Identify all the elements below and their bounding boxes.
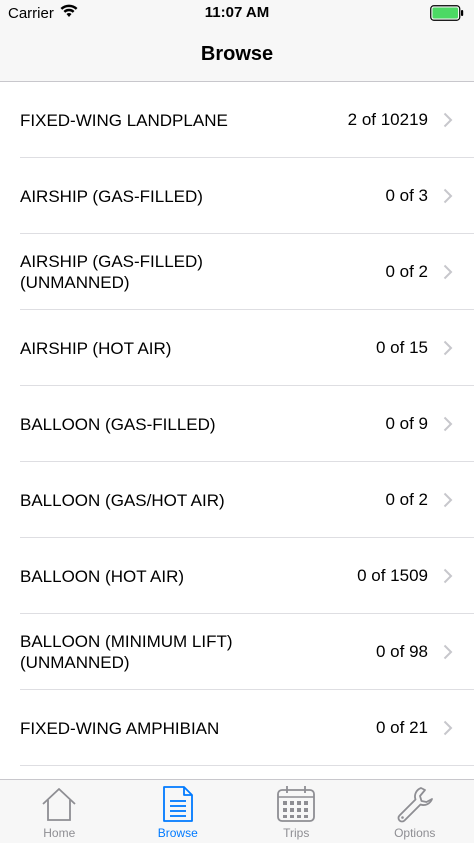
tab-label: Home xyxy=(43,826,76,840)
chevron-right-icon xyxy=(442,187,454,205)
list-item-label: BALLOON (MINIMUM LIFT) (UNMANNED) xyxy=(20,632,233,672)
tab-bar: Home Browse Trips Options xyxy=(0,779,474,843)
list-item[interactable]: BALLOON (HOT AIR) 0 of 1509 xyxy=(0,538,474,614)
list-item-count: 0 of 3 xyxy=(385,186,428,205)
list-item[interactable]: FIXED-WING AMPHIBIAN 0 of 21 xyxy=(0,690,474,766)
list-item-count: 0 of 9 xyxy=(385,414,428,433)
chevron-right-icon xyxy=(442,263,454,281)
tab-options[interactable]: Options xyxy=(356,780,474,843)
list-item-label: BALLOON (GAS/HOT AIR) xyxy=(20,490,225,510)
list-item-label: FIXED-WING AMPHIBIAN xyxy=(20,718,220,738)
document-icon xyxy=(158,784,198,824)
chevron-right-icon xyxy=(442,339,454,357)
list-item[interactable] xyxy=(0,766,474,780)
calendar-icon xyxy=(276,784,316,824)
tab-trips[interactable]: Trips xyxy=(237,780,356,843)
list-item[interactable]: BALLOON (GAS-FILLED) 0 of 9 xyxy=(0,386,474,462)
list-item-count: 0 of 21 xyxy=(376,718,428,737)
list-item[interactable]: BALLOON (MINIMUM LIFT) (UNMANNED) 0 of 9… xyxy=(0,614,474,690)
list-item-count: 2 of 10219 xyxy=(347,110,428,129)
list-item-label: BALLOON (HOT AIR) xyxy=(20,566,185,586)
list-item-count: 0 of 2 xyxy=(385,490,428,509)
tab-label: Trips xyxy=(283,826,310,840)
tab-home[interactable]: Home xyxy=(0,780,119,843)
list-item[interactable]: BALLOON (GAS/HOT AIR) 0 of 2 xyxy=(0,462,474,538)
list-item[interactable]: FIXED-WING LANDPLANE 2 of 10219 xyxy=(0,82,474,158)
list-item-count: 0 of 1509 xyxy=(357,566,428,585)
list-item-label: BALLOON (GAS-FILLED) xyxy=(20,414,216,434)
tab-browse[interactable]: Browse xyxy=(119,780,238,843)
aircraft-type-list[interactable]: FIXED-WING LANDPLANE 2 of 10219 AIRSHIP … xyxy=(0,82,474,780)
list-item-count: 0 of 98 xyxy=(376,642,428,661)
battery-icon xyxy=(430,5,464,21)
list-item-label: AIRSHIP (GAS-FILLED) xyxy=(20,186,203,206)
chevron-right-icon xyxy=(442,643,454,661)
list-item-count: 0 of 15 xyxy=(376,338,428,357)
chevron-right-icon xyxy=(442,111,454,129)
list-item-count: 0 of 2 xyxy=(385,262,428,281)
chevron-right-icon xyxy=(442,719,454,737)
chevron-right-icon xyxy=(442,415,454,433)
page-title: Browse xyxy=(200,43,274,65)
list-item-label: FIXED-WING LANDPLANE xyxy=(20,110,228,130)
tab-label: Browse xyxy=(157,826,198,840)
status-bar: Carrier 11:07 AM xyxy=(0,0,474,28)
list-item-label: AIRSHIP (GAS-FILLED) (UNMANNED) xyxy=(20,252,203,292)
list-item-label: AIRSHIP (HOT AIR) xyxy=(20,338,172,358)
chevron-right-icon xyxy=(442,491,454,509)
list-item[interactable]: AIRSHIP (HOT AIR) 0 of 15 xyxy=(0,310,474,386)
home-icon xyxy=(39,784,79,824)
status-time: 11:07 AM xyxy=(204,4,270,21)
list-item[interactable]: AIRSHIP (GAS-FILLED) 0 of 3 xyxy=(0,158,474,234)
tab-label: Options xyxy=(394,826,436,840)
navigation-bar: Browse xyxy=(0,28,474,82)
list-item[interactable]: AIRSHIP (GAS-FILLED) (UNMANNED) 0 of 2 xyxy=(0,234,474,310)
chevron-right-icon xyxy=(442,567,454,585)
wrench-icon xyxy=(395,784,435,824)
